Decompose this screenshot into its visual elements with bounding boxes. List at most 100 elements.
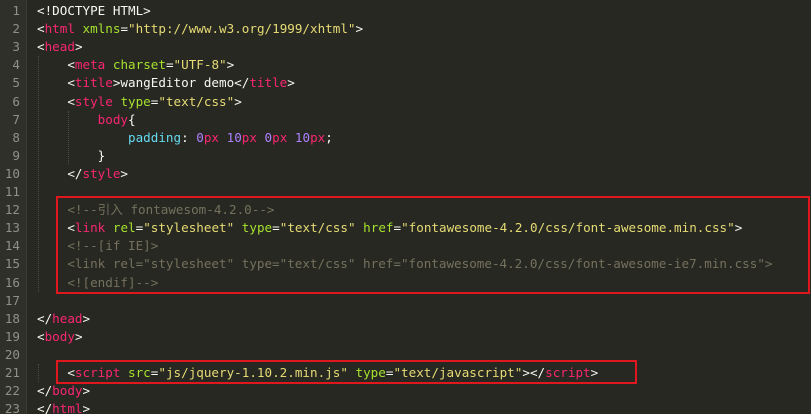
code-token: > [234,93,242,109]
code-token: head [52,310,83,326]
line-number: 16 [4,274,20,290]
line-number: 19 [4,328,20,344]
code-token: body [97,111,129,127]
code-line[interactable]: 23 </html> [0,400,811,414]
code-token: < [37,328,45,344]
line-number: 14 [4,238,20,254]
line-code: <html xmlns="http://www.w3.org/1999/xhtm… [37,20,363,38]
line-number: 4 [12,57,20,73]
code-token: 0 [264,129,273,145]
code-token: body [44,328,75,344]
code-token: html [44,21,75,37]
code-token: < [37,57,75,73]
code-line[interactable]: 17 [0,292,811,310]
code-line[interactable]: 8 padding: 0px 10px 0px 10px; [0,129,811,147]
code-token: head [44,39,75,55]
code-editor[interactable]: 1 <!DOCTYPE HTML> 2 <html xmlns="http://www… [0,0,811,414]
line-number: 15 [4,256,20,272]
code-line[interactable]: 7 body{ [0,111,811,129]
code-token: title [249,75,288,91]
code-token: </ [37,401,53,414]
code-token: px [203,129,220,145]
line-code: <!DOCTYPE HTML> [37,2,151,20]
code-token: < [37,75,75,91]
code-token: </ [37,310,53,326]
code-token: > [120,165,129,181]
line-number: 18 [4,310,20,326]
line-code: <meta charset="UTF-8"> [37,56,234,74]
code-token: 10 [226,129,242,145]
code-token: xmlns [82,21,121,37]
code-line[interactable]: 10 </style> [0,165,811,183]
code-line[interactable]: 2 <html xmlns="http://www.w3.org/1999/xht… [0,20,811,38]
line-number: 23 [4,401,20,414]
code-line[interactable]: 22 </body> [0,382,811,400]
code-token: "UTF-8" [173,57,227,73]
line-code: padding: 0px 10px 0px 10px; [37,129,333,147]
code-token: </ [37,383,53,399]
code-line[interactable]: 5 <title>wangEditor demo</title> [0,74,811,92]
code-line[interactable]: 9 } [0,147,811,165]
line-number: 2 [12,21,20,37]
line-number: 8 [12,129,20,145]
code-token: > [226,57,235,73]
code-line[interactable]: 1 <!DOCTYPE HTML> [0,2,811,20]
code-token: : [181,129,197,145]
code-token: ; [325,129,333,145]
line-number: 17 [4,292,20,308]
line-code: } [37,147,106,165]
code-line[interactable]: 19 <body> [0,328,811,346]
code-token: > [74,39,83,55]
code-token: > [82,310,91,326]
line-number: 20 [4,346,20,362]
line-number: 22 [4,383,20,399]
code-token: style [74,93,113,109]
code-token: </ [37,165,83,181]
code-token: < [37,39,45,55]
line-number: 5 [12,75,20,91]
line-number: 9 [12,147,20,163]
line-number: 13 [4,220,20,236]
code-token: meta [74,57,106,73]
code-token: 0 [196,129,204,145]
code-token: > [74,328,83,344]
line-code: <body> [37,328,83,346]
line-code: </head> [37,310,90,328]
code-token: body [52,383,83,399]
line-number: 1 [12,3,20,18]
line-code: <title>wangEditor demo</title> [37,74,295,92]
code-token: { [128,111,136,127]
code-token: charset [112,57,166,73]
code-token: html [52,401,83,414]
line-code: body{ [37,111,136,129]
code-token: > [82,401,91,414]
code-token: "text/css" [158,93,235,109]
code-token: <!DOCTYPE HTML> [37,3,151,18]
line-code: <head> [37,38,83,56]
code-line[interactable]: 4 <meta charset="UTF-8"> [0,56,811,74]
line-number: 6 [12,93,20,109]
line-code: </body> [37,382,90,400]
code-token: type [120,93,151,109]
code-token: > [82,383,91,399]
code-line[interactable]: 3 <head> [0,38,811,56]
highlight-box-jquery-script [56,360,637,384]
code-token: padding [128,129,182,145]
code-line[interactable]: 18 </head> [0,310,811,328]
code-line[interactable]: 6 <style type="text/css"> [0,93,811,111]
code-token: >wangEditor demo</ [112,75,250,91]
line-code: </style> [37,165,128,183]
code-token: 10 [294,129,311,145]
line-number: 7 [12,111,20,127]
line-number: 11 [4,184,20,199]
code-token: < [37,93,75,109]
code-token: < [37,21,45,37]
line-code: <style type="text/css"> [37,93,242,111]
